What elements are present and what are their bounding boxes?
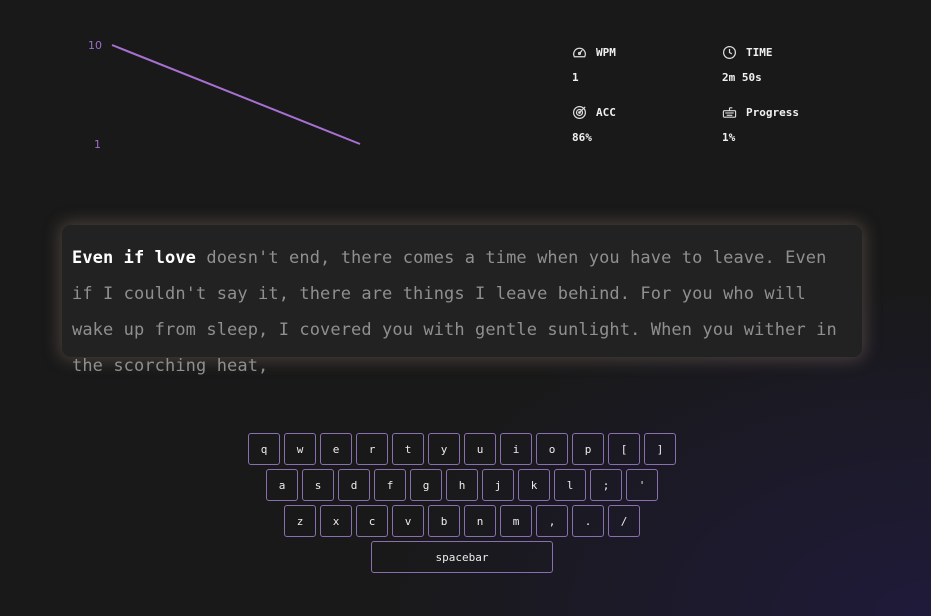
- key-b[interactable]: b: [428, 505, 460, 537]
- key-n[interactable]: n: [464, 505, 496, 537]
- key-a[interactable]: a: [266, 469, 298, 501]
- wpm-label: WPM: [596, 45, 616, 59]
- wpm-value: 1: [572, 71, 579, 84]
- time-label: TIME: [746, 45, 773, 59]
- clock-icon: [722, 45, 737, 59]
- stat-wpm: WPM 1: [572, 44, 616, 85]
- key-spacebar[interactable]: spacebar: [371, 541, 553, 573]
- stat-acc: ACC 86%: [572, 104, 616, 144]
- key-t[interactable]: t: [392, 433, 424, 465]
- key-[[interactable]: [: [608, 433, 640, 465]
- keyboard-icon: [722, 106, 737, 118]
- stat-time: TIME 2m 50s: [722, 44, 773, 84]
- key-w[interactable]: w: [284, 433, 316, 465]
- wpm-series-line: [111, 44, 361, 145]
- key-d[interactable]: d: [338, 469, 370, 501]
- key-;[interactable]: ;: [590, 469, 622, 501]
- y-tick-label: 1: [94, 138, 101, 151]
- key-i[interactable]: i: [500, 433, 532, 465]
- acc-value: 86%: [572, 131, 592, 144]
- key-p[interactable]: p: [572, 433, 604, 465]
- key-m[interactable]: m: [500, 505, 532, 537]
- key-,[interactable]: ,: [536, 505, 568, 537]
- typed-text: Even if love: [72, 248, 197, 268]
- key-z[interactable]: z: [284, 505, 316, 537]
- key-q[interactable]: q: [248, 433, 280, 465]
- progress-label: Progress: [746, 105, 799, 119]
- key-h[interactable]: h: [446, 469, 478, 501]
- key-r[interactable]: r: [356, 433, 388, 465]
- key-e[interactable]: e: [320, 433, 352, 465]
- key-s[interactable]: s: [302, 469, 334, 501]
- wpm-chart: 10 1: [88, 39, 361, 151]
- acc-label: ACC: [596, 105, 616, 119]
- key-c[interactable]: c: [356, 505, 388, 537]
- key-k[interactable]: k: [518, 469, 550, 501]
- key-v[interactable]: v: [392, 505, 424, 537]
- key-j[interactable]: j: [482, 469, 514, 501]
- target-icon: [572, 105, 587, 119]
- stat-progress: Progress 1%: [722, 104, 799, 145]
- key-g[interactable]: g: [410, 469, 442, 501]
- progress-value: 1%: [722, 131, 736, 144]
- typing-passage[interactable]: Even if love doesn't end, there comes a …: [62, 225, 862, 376]
- key-x[interactable]: x: [320, 505, 352, 537]
- key-l[interactable]: l: [554, 469, 586, 501]
- key-'[interactable]: ': [626, 469, 658, 501]
- gauge-icon: [573, 47, 586, 57]
- key-f[interactable]: f: [374, 469, 406, 501]
- time-value: 2m 50s: [722, 71, 762, 84]
- key-/[interactable]: /: [608, 505, 640, 537]
- key-o[interactable]: o: [536, 433, 568, 465]
- key-.[interactable]: .: [572, 505, 604, 537]
- key-y[interactable]: y: [428, 433, 460, 465]
- key-u[interactable]: u: [464, 433, 496, 465]
- y-tick-label: 10: [88, 39, 102, 52]
- key-][interactable]: ]: [644, 433, 676, 465]
